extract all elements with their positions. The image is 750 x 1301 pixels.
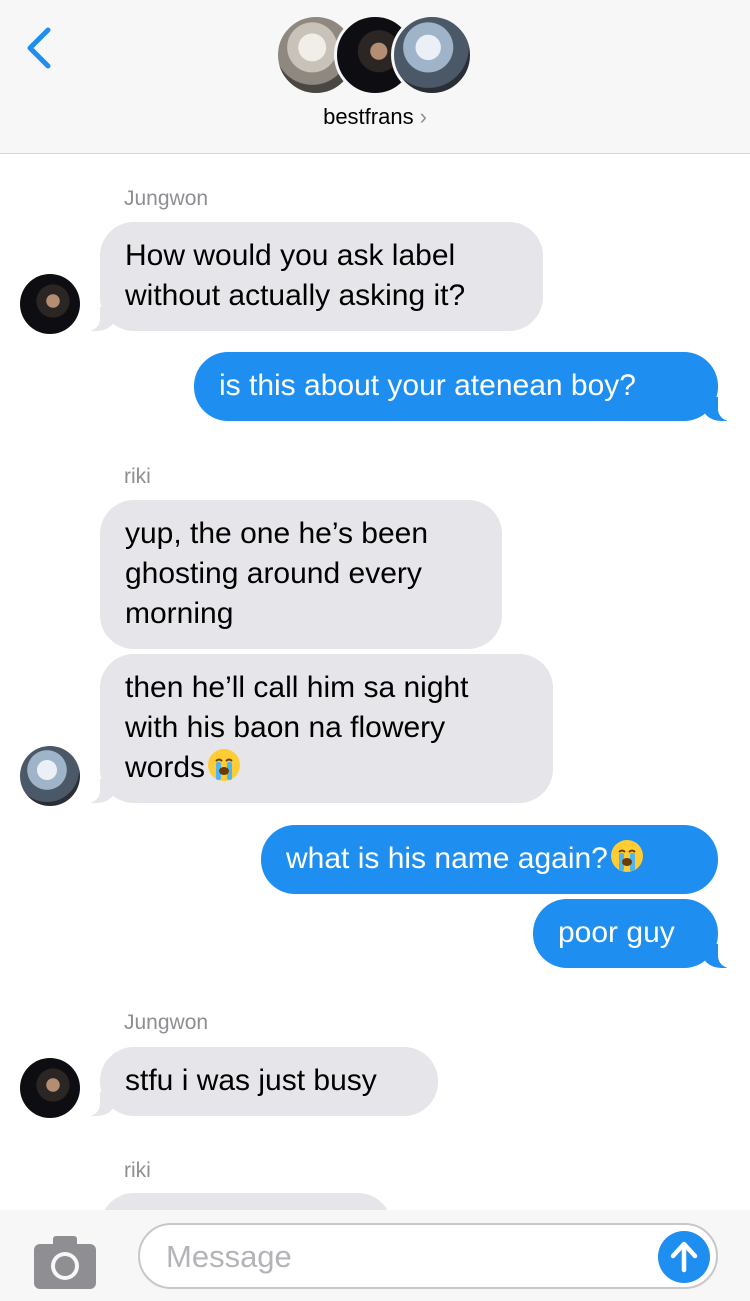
- send-button[interactable]: [658, 1231, 710, 1283]
- sender-name: riki: [124, 1159, 151, 1182]
- message-bubble-outgoing[interactable]: poor guy: [533, 899, 732, 968]
- avatar: [391, 14, 473, 96]
- group-name[interactable]: bestfrans ›: [0, 104, 750, 130]
- loudly-crying-face-icon: [208, 749, 241, 781]
- arrow-up-icon: [670, 1241, 698, 1273]
- loudly-crying-face-icon: [610, 840, 643, 872]
- avatar[interactable]: [20, 746, 80, 806]
- group-avatars[interactable]: [275, 14, 475, 96]
- chevron-right-icon: ›: [419, 104, 427, 129]
- chevron-left-icon: [27, 27, 51, 69]
- message-text: is this about your atenean boy?: [219, 369, 636, 402]
- message-bubble-outgoing[interactable]: is this about your atenean boy?: [194, 352, 732, 421]
- message-text: then he’ll call him sa night with his ba…: [125, 671, 469, 784]
- sender-name: Jungwon: [124, 1011, 209, 1034]
- sender-name: Jungwon: [124, 187, 209, 210]
- message-input[interactable]: [166, 1235, 636, 1279]
- message-text: poor guy: [558, 916, 675, 949]
- message-bubble-incoming[interactable]: How would you ask label without actually…: [86, 222, 543, 331]
- message-text: How would you ask label without actually…: [125, 239, 466, 312]
- message-bubble-outgoing[interactable]: what is his name again?: [261, 825, 718, 894]
- conversation-header: bestfrans ›: [0, 0, 750, 154]
- camera-icon: [34, 1236, 96, 1289]
- avatar[interactable]: [20, 1058, 80, 1118]
- message-text: yup, the one he’s been ghosting around e…: [125, 517, 429, 630]
- compose-bar: [0, 1210, 750, 1301]
- camera-button[interactable]: [33, 1234, 97, 1291]
- message-bubble-incoming[interactable]: stfu i was just busy: [86, 1047, 438, 1116]
- sender-name: riki: [124, 465, 151, 488]
- message-bubble-incoming[interactable]: yup, the one he’s been ghosting around e…: [100, 500, 502, 649]
- message-text: stfu i was just busy: [125, 1064, 377, 1097]
- group-name-label: bestfrans: [323, 104, 414, 129]
- avatar[interactable]: [20, 274, 80, 334]
- message-field[interactable]: [138, 1223, 718, 1289]
- message-text: what is his name again?: [286, 842, 608, 875]
- message-bubble-incoming[interactable]: then he’ll call him sa night with his ba…: [86, 654, 553, 803]
- back-button[interactable]: [18, 22, 62, 74]
